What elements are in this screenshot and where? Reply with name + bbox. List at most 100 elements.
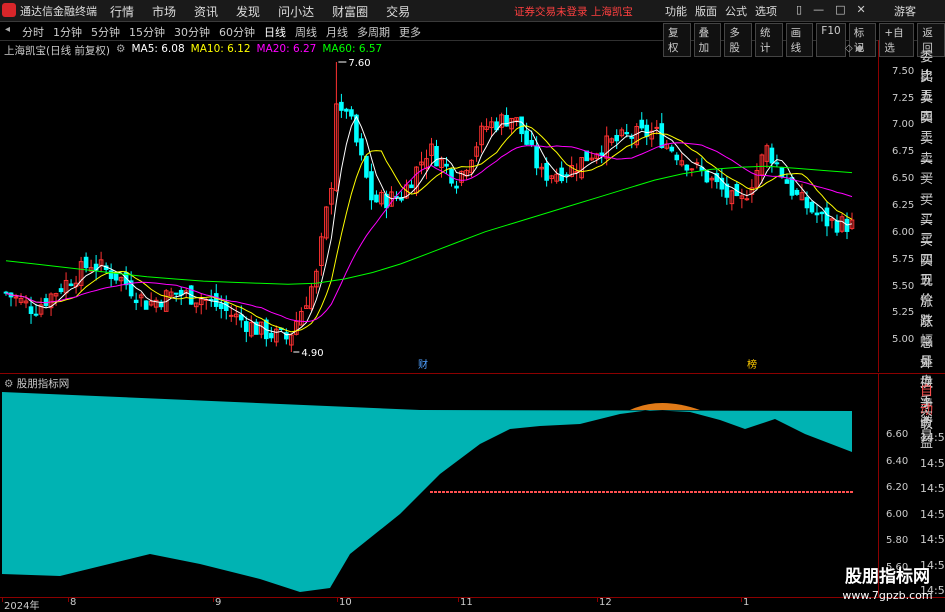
indicator-dot: [522, 491, 525, 493]
candle-body: [774, 162, 780, 165]
indicator-dot: [490, 491, 493, 493]
menu-discover[interactable]: 发现: [236, 3, 260, 20]
menu-wealth[interactable]: 财富圈: [332, 3, 368, 20]
tab-5[interactable]: 60分钟: [219, 24, 255, 40]
guest-label[interactable]: 游客: [894, 3, 916, 19]
tab-6[interactable]: 日线: [264, 24, 286, 40]
tab-0[interactable]: 分时: [22, 24, 44, 40]
login-status[interactable]: 证券交易未登录 上海凯宝: [514, 4, 633, 19]
indicator-dot: [818, 491, 821, 493]
price-tick: 7.00: [892, 119, 915, 131]
candle-body: [784, 179, 790, 184]
window-controls: ▯ — □ ✕: [796, 3, 866, 16]
indicator-dot: [846, 491, 849, 493]
indicator-dot: [834, 491, 837, 493]
price-chart[interactable]: 7.60 4.90 财 榜: [0, 40, 879, 372]
tab-8[interactable]: 月线: [326, 24, 348, 40]
ma5-label: MA5: 6.08: [131, 43, 185, 55]
quote-field-23: 14:56: [920, 482, 945, 495]
candle-body: [434, 146, 439, 167]
indicator-dot: [530, 491, 533, 493]
indicator-dot: [850, 491, 853, 493]
gear-icon[interactable]: ⚙: [116, 43, 125, 58]
indicator-dot: [442, 491, 445, 493]
indicator-dot: [554, 491, 557, 493]
indicator-dot: [674, 491, 677, 493]
candle-body: [173, 292, 179, 295]
menu-quotes[interactable]: 行情: [110, 3, 134, 20]
menu-trade[interactable]: 交易: [386, 3, 410, 20]
price-axis: 7.50 7.25 7.00 6.75 6.50 6.25 6.00 5.75 5.50 5.25…: [880, 40, 914, 372]
candle-body: [228, 314, 234, 317]
time-tick-mark: [741, 598, 742, 602]
watermark-url: www.7gpzb.com: [842, 589, 933, 602]
indicator-dot: [654, 491, 657, 493]
maximize-icon[interactable]: □: [835, 3, 845, 16]
candle-body: [524, 130, 529, 145]
menu-function[interactable]: 功能: [665, 3, 687, 19]
menu-ask[interactable]: 问小达: [278, 3, 314, 20]
indicator-dot: [466, 491, 469, 493]
indicator-dot: [838, 491, 841, 493]
indicator-dot: [774, 491, 777, 493]
gear-icon[interactable]: ⚙: [4, 378, 13, 390]
menu-market[interactable]: 市场: [152, 3, 176, 20]
settings-small-icon[interactable]: ◇ ◆: [845, 43, 864, 54]
low-label: 4.90: [301, 348, 323, 359]
candle-body: [409, 184, 414, 189]
indicator-dot: [570, 491, 573, 493]
time-tick-mark: [597, 598, 598, 602]
time-tick: 10: [339, 597, 352, 608]
pin-icon[interactable]: ▯: [796, 3, 802, 16]
ma5-line: [5, 115, 853, 336]
indicator-tick: 5.80: [886, 535, 909, 546]
candle-body: [213, 293, 219, 307]
indicator-dot: [606, 491, 609, 493]
menu-options[interactable]: 选项: [755, 3, 777, 19]
candle-body: [544, 163, 549, 181]
indicator-title[interactable]: ⚙ 股朋指标网: [4, 376, 69, 391]
right-menu: 功能 版面 公式 选项: [665, 3, 777, 19]
close-icon[interactable]: ✕: [856, 3, 865, 16]
indicator-dot: [618, 491, 621, 493]
indicator-dot: [498, 491, 501, 493]
watermark-title: 股朋指标网: [845, 567, 930, 587]
collapse-icon[interactable]: ◂: [5, 24, 10, 35]
indicator-dot: [626, 491, 629, 493]
chart-legend: 上海凯宝(日线 前复权) ⚙ MA5: 6.08 MA10: 6.12 MA20…: [4, 43, 382, 58]
time-axis: 2024年 8 9 10 11 12 1: [0, 597, 945, 612]
menu-formula[interactable]: 公式: [725, 3, 747, 19]
tab-7[interactable]: 周线: [295, 24, 317, 40]
indicator-dot: [482, 491, 485, 493]
menu-news[interactable]: 资讯: [194, 3, 218, 20]
indicator-dot: [454, 491, 457, 493]
candle-body: [143, 300, 149, 310]
indicator-dot: [658, 491, 661, 493]
indicator-dot: [450, 491, 453, 493]
indicator-dot: [614, 491, 617, 493]
stock-name[interactable]: 上海凯宝(日线 前复权): [4, 43, 110, 58]
candle-body: [519, 116, 524, 135]
indicator-dot: [434, 491, 437, 493]
minimize-icon[interactable]: —: [813, 3, 824, 16]
tab-3[interactable]: 15分钟: [129, 24, 165, 40]
candle-body: [794, 189, 800, 195]
candle-body: [804, 197, 810, 209]
tab-10[interactable]: 更多: [399, 24, 421, 40]
price-tick: 6.50: [892, 173, 915, 185]
tab-4[interactable]: 30分钟: [174, 24, 210, 40]
tab-9[interactable]: 多周期: [357, 24, 390, 40]
time-tick: 9: [215, 597, 222, 608]
candle-body: [269, 332, 274, 339]
candle-body: [599, 152, 605, 157]
indicator-dot: [470, 491, 473, 493]
tab-2[interactable]: 5分钟: [91, 24, 120, 40]
price-tick: 5.75: [892, 253, 915, 265]
indicator-dot: [438, 491, 441, 493]
indicator-dot: [458, 491, 461, 493]
menu-layout[interactable]: 版面: [695, 3, 717, 19]
indicator-chart[interactable]: [0, 374, 879, 597]
indicator-dot: [506, 491, 509, 493]
tab-1[interactable]: 1分钟: [53, 24, 82, 40]
indicator-dot: [478, 491, 481, 493]
